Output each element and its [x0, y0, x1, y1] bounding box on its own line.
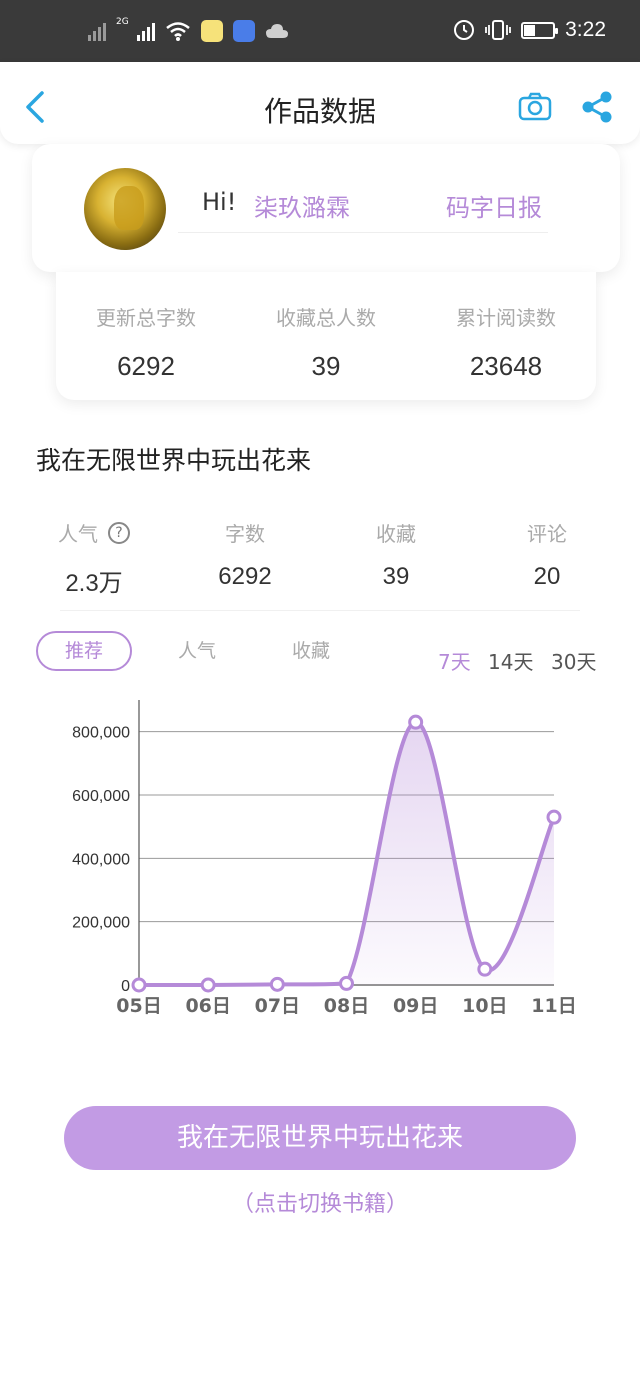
- x-tick-label: 06日: [185, 995, 230, 1017]
- avatar[interactable]: [84, 168, 166, 250]
- daily-report-link[interactable]: 码字日报: [446, 188, 542, 223]
- x-tick-label: 07日: [255, 995, 300, 1017]
- nav-bar: 作品数据: [0, 62, 640, 144]
- tab-recommend[interactable]: 推荐: [36, 631, 132, 671]
- network-type: 2G: [116, 17, 129, 27]
- stat-label: 更新总字数: [96, 306, 196, 330]
- y-tick-label: 400,000: [72, 851, 130, 868]
- status-bar: 2G 3:22: [0, 0, 640, 62]
- total-words-stat: 更新总字数 6292: [56, 302, 236, 382]
- metric-label: 评论: [527, 522, 567, 546]
- total-reads-stat: 累计阅读数 23648: [416, 302, 596, 382]
- metric-value: 2.3万: [65, 570, 123, 597]
- stat-value: 23648: [469, 351, 543, 381]
- y-tick-label: 600,000: [72, 788, 130, 805]
- data-point: [408, 714, 424, 730]
- range-7-days[interactable]: 7天: [438, 646, 471, 675]
- metric-label: 收藏: [376, 522, 416, 546]
- stat-value: 6292: [117, 351, 175, 381]
- y-tick-label: 0: [121, 978, 130, 995]
- y-tick-label: 800,000: [72, 725, 130, 742]
- divider: [60, 610, 580, 611]
- metric-label: 字数: [225, 522, 265, 546]
- totals-card: 更新总字数 6292 收藏总人数 39 累计阅读数 23648: [56, 272, 596, 400]
- help-icon[interactable]: ?: [108, 521, 130, 544]
- metric-label-text: 人气: [58, 522, 98, 546]
- metric-value: 39: [382, 563, 410, 590]
- total-favorites-stat: 收藏总人数 39: [236, 302, 416, 382]
- series-line: [139, 720, 556, 987]
- favorites-metric: 收藏 39: [336, 518, 456, 591]
- views-chart: 0 200,000 400,000 600,000 800,000 05日 06日 07日 08…: [72, 700, 577, 1017]
- range-14-days[interactable]: 14天: [488, 646, 533, 675]
- tab-popularity[interactable]: 人气: [152, 631, 242, 671]
- signal-icon: [88, 21, 106, 41]
- profile-card: Hi! 柒玖潞霖 码字日报: [32, 144, 620, 272]
- app-notification-icon: [200, 20, 223, 42]
- x-tick-label: 09日: [393, 995, 438, 1017]
- comments-metric: 评论 20: [487, 518, 607, 591]
- data-point: [477, 961, 493, 977]
- share-button[interactable]: [580, 90, 614, 124]
- range-30-days[interactable]: 30天: [551, 646, 596, 675]
- music-app-icon: [232, 20, 255, 42]
- data-point: [200, 977, 216, 993]
- data-point: [339, 975, 354, 991]
- series-area: [139, 722, 554, 985]
- username: 柒玖潞霖: [254, 194, 350, 222]
- popularity-metric: 人气? 2.3万: [34, 518, 154, 598]
- avatar-figure: [114, 186, 144, 230]
- cloud-icon: [265, 24, 288, 38]
- book-title: 我在无限世界中玩出花来: [36, 446, 312, 475]
- metric-value: 6292: [218, 563, 272, 590]
- status-right: 3:22: [453, 18, 606, 42]
- alarm-icon: [454, 20, 475, 40]
- vibrate-icon: [485, 20, 512, 40]
- y-tick-label: 200,000: [72, 915, 130, 932]
- metric-value: 20: [533, 563, 561, 590]
- stat-value: 39: [311, 351, 341, 381]
- wifi-icon: [165, 22, 190, 41]
- clock: 3:22: [565, 18, 606, 41]
- word-count-metric: 字数 6292: [185, 518, 305, 591]
- camera-button[interactable]: [518, 92, 552, 122]
- x-tick-label: 05日: [116, 995, 161, 1017]
- status-left: 2G: [88, 17, 289, 42]
- battery-level: [524, 24, 536, 36]
- stat-label: 收藏总人数: [276, 306, 376, 330]
- x-tick-label: 10日: [462, 995, 507, 1017]
- signal-2-icon: [136, 21, 155, 41]
- metric-label: 人气?: [58, 518, 130, 547]
- data-point: [269, 976, 285, 992]
- stat-label: 累计阅读数: [456, 306, 556, 330]
- x-tick-label: 08日: [324, 995, 369, 1017]
- divider: [178, 232, 548, 233]
- x-tick-label: 11日: [531, 995, 576, 1017]
- data-point: [546, 809, 562, 825]
- book-select-button[interactable]: 我在无限世界中玩出花来: [64, 1106, 576, 1170]
- battery-icon: [521, 21, 559, 39]
- data-point: [131, 977, 147, 993]
- tab-favorites[interactable]: 收藏: [266, 631, 356, 671]
- switch-book-hint[interactable]: （点击切换书籍）: [0, 1186, 640, 1218]
- greeting: Hi!: [202, 188, 237, 216]
